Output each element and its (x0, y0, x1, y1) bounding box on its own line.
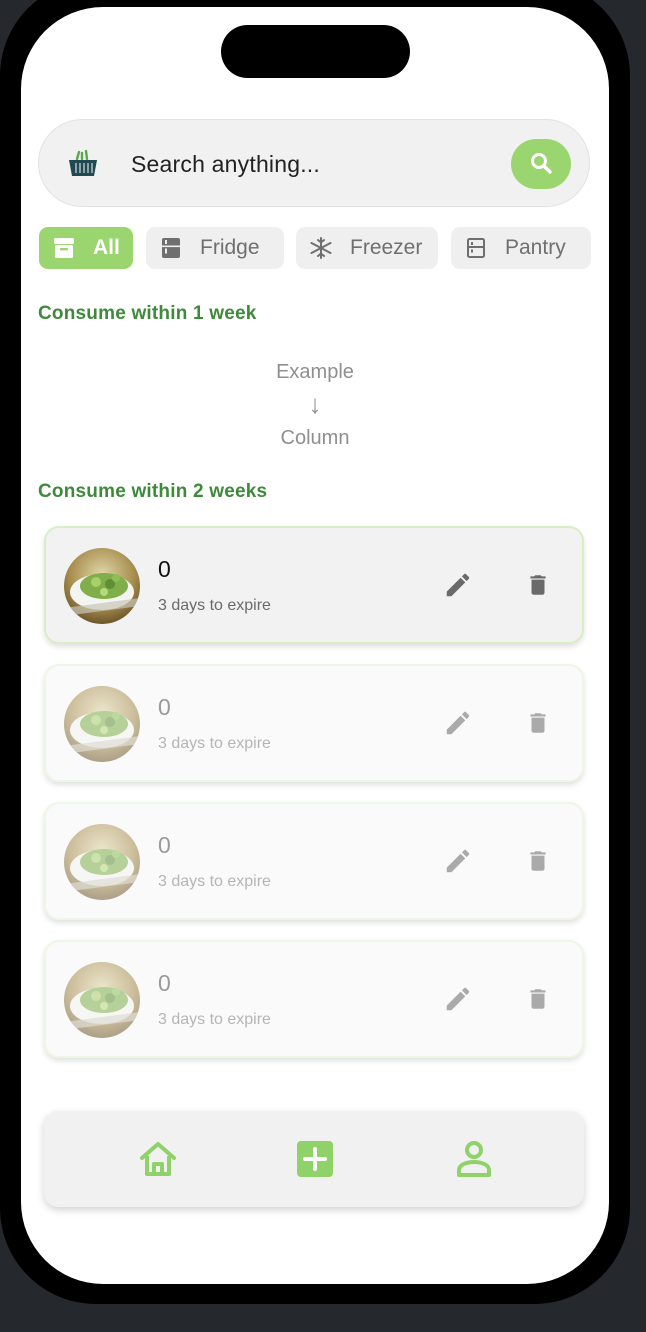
trash-icon (525, 707, 551, 744)
home-icon (138, 1140, 178, 1183)
food-item-card[interactable]: 0 3 days to expire (44, 664, 584, 782)
filter-pantry-label: Pantry (505, 236, 566, 259)
search-bar[interactable]: Search anything... (38, 119, 590, 207)
food-item-card[interactable]: 0 3 days to expire (44, 802, 584, 920)
item-quantity: 0 (158, 832, 171, 858)
pencil-icon (443, 984, 473, 1019)
item-quantity: 0 (158, 970, 171, 996)
filter-fridge[interactable]: Fridge (146, 227, 284, 269)
item-quantity: 0 (158, 556, 171, 582)
edit-button[interactable] (442, 708, 474, 742)
search-button[interactable] (511, 139, 571, 189)
filter-all[interactable]: All (39, 227, 133, 269)
basket-icon (67, 149, 99, 178)
arrow-down-icon: ↓ (308, 389, 322, 419)
food-thumbnail (64, 962, 140, 1038)
nav-add-button[interactable] (295, 1140, 335, 1182)
trash-icon (525, 569, 551, 606)
trash-icon (525, 845, 551, 882)
food-thumbnail (64, 824, 140, 900)
storage-filter-tabs: All Fridge Freezer Pantry (39, 227, 591, 269)
phone-screen: Search anything... All Fridge Freezer Pa… (21, 7, 609, 1284)
example-label: Example (276, 361, 354, 383)
food-item-card[interactable]: 0 3 days to expire (44, 940, 584, 1058)
section-title-week2: Consume within 2 weeks (38, 481, 268, 502)
profile-icon (456, 1140, 492, 1183)
food-thumbnail (64, 548, 140, 624)
nav-home-button[interactable] (138, 1141, 178, 1181)
item-expiry: 3 days to expire (158, 735, 271, 752)
delete-button[interactable] (522, 708, 554, 742)
item-quantity: 0 (158, 694, 171, 720)
item-expiry: 3 days to expire (158, 597, 271, 614)
cabinet-icon (465, 237, 487, 259)
search-icon (529, 151, 553, 178)
fridge-icon (160, 237, 182, 259)
search-input[interactable]: Search anything... (131, 120, 320, 208)
snowflake-icon (310, 237, 332, 259)
trash-icon (525, 983, 551, 1020)
filter-pantry[interactable]: Pantry (451, 227, 591, 269)
section-title-week1: Consume within 1 week (38, 303, 257, 324)
delete-button[interactable] (522, 984, 554, 1018)
pencil-icon (443, 570, 473, 605)
delete-button[interactable] (522, 570, 554, 604)
food-item-card[interactable]: 0 3 days to expire (44, 526, 584, 644)
edit-button[interactable] (442, 570, 474, 604)
add-icon (297, 1140, 333, 1182)
edit-button[interactable] (442, 846, 474, 880)
pencil-icon (443, 708, 473, 743)
filter-freezer-label: Freezer (350, 236, 423, 259)
filter-freezer[interactable]: Freezer (296, 227, 438, 269)
pencil-icon (443, 846, 473, 881)
nav-profile-button[interactable] (454, 1140, 494, 1183)
delete-button[interactable] (522, 846, 554, 880)
filter-fridge-label: Fridge (200, 236, 260, 259)
filter-all-label: All (93, 236, 120, 259)
item-expiry: 3 days to expire (158, 1011, 271, 1028)
column-label: Column (280, 427, 350, 449)
edit-button[interactable] (442, 984, 474, 1018)
bottom-nav (44, 1111, 584, 1207)
item-expiry: 3 days to expire (158, 873, 271, 890)
food-thumbnail (64, 686, 140, 762)
dynamic-island (221, 25, 410, 78)
archive-icon (53, 237, 75, 259)
